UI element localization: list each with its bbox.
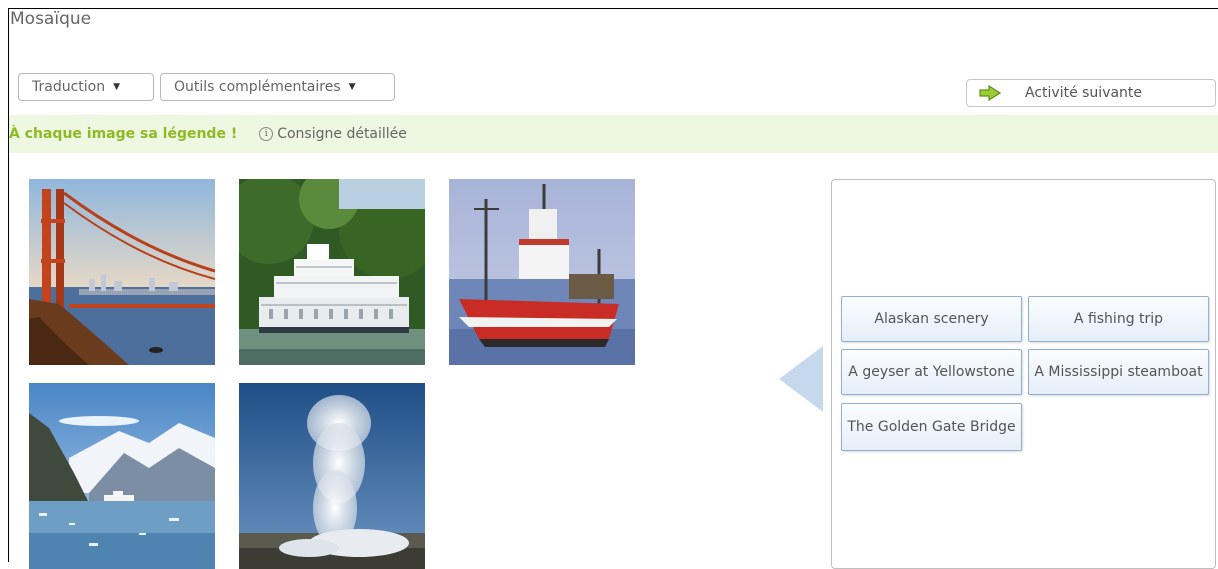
image-alaskan-scenery[interactable] (29, 383, 215, 569)
tools-dropdown[interactable]: Outils complémentaires ▼ (160, 73, 395, 101)
instruction-band: À chaque image sa légende ! i Consigne d… (9, 115, 1218, 153)
image-yellowstone-geyser[interactable] (239, 383, 425, 569)
next-activity-label: Activité suivante (1025, 85, 1143, 101)
back-arrow-icon[interactable] (779, 346, 823, 412)
image-fishing-boat[interactable] (449, 179, 635, 365)
next-activity-button[interactable]: Activité suivante (966, 79, 1216, 107)
caption-golden-gate-bridge[interactable]: The Golden Gate Bridge (841, 403, 1022, 451)
caption-fishing-trip[interactable]: A fishing trip (1028, 296, 1209, 342)
caption-alaskan-scenery[interactable]: Alaskan scenery (841, 296, 1022, 342)
info-icon: i (259, 127, 274, 141)
page-title: Mosaïque (10, 9, 92, 29)
translation-dropdown-label: Traduction (32, 79, 106, 95)
green-arrow-icon (979, 85, 1001, 101)
caret-down-icon: ▼ (348, 82, 356, 92)
translation-dropdown[interactable]: Traduction ▼ (18, 73, 154, 101)
caption-geyser-yellowstone[interactable]: A geyser at Yellowstone (841, 349, 1022, 395)
image-golden-gate-bridge[interactable] (29, 179, 215, 365)
detailed-instructions-label: Consigne détaillée (277, 126, 407, 142)
tools-dropdown-label: Outils complémentaires (174, 79, 341, 95)
caret-down-icon: ▼ (113, 82, 121, 92)
image-mississippi-steamboat[interactable] (239, 179, 425, 365)
caption-mississippi-steamboat[interactable]: A Mississippi steamboat (1028, 349, 1209, 395)
detailed-instructions-link[interactable]: i Consigne détaillée (259, 126, 407, 142)
instruction-heading: À chaque image sa légende ! (9, 126, 238, 142)
